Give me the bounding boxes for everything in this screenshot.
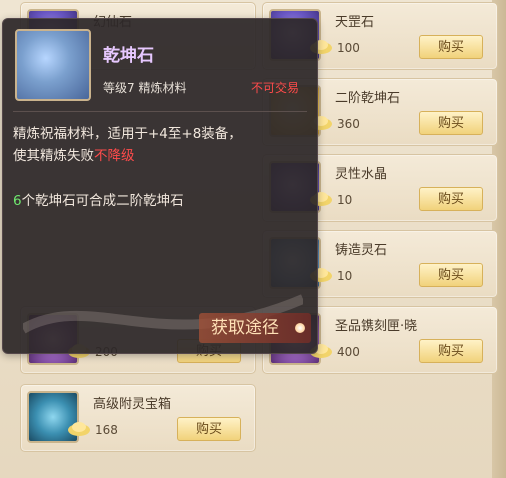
tooltip-level: 等级7 精炼材料 [103,81,187,95]
qiankun-stone-icon [15,29,91,101]
buy-button[interactable]: 购买 [419,187,483,211]
combine-count: 6 [13,193,22,209]
tooltip-title: 乾坤石 [103,46,154,66]
item-price: 168 [95,423,118,437]
buy-button[interactable]: 购买 [177,417,241,441]
dot-icon [295,323,305,333]
item-price: 360 [337,117,360,131]
item-name: 二阶乾坤石 [335,91,401,106]
item-price: 100 [337,41,360,55]
item-name: 天罡石 [335,15,375,30]
item-price: 10 [337,193,353,207]
desc-line: 精炼祝福材料，适用于+4至+8装备， [13,126,242,142]
item-price: 10 [337,269,353,283]
buy-button[interactable]: 购买 [419,111,483,135]
desc-line: 使其精炼失败不降级 [13,145,307,167]
get-source-label: 获取途径 [211,318,279,338]
ingot-icon [68,422,90,436]
divider [13,111,307,112]
buy-button[interactable]: 购买 [419,339,483,363]
item-price: 400 [337,345,360,359]
combine-text: 个乾坤石可合成二阶乾坤石 [21,193,184,209]
get-source-button[interactable]: 获取途径 [199,313,311,343]
tooltip-trade-status: 不可交易 [251,81,300,95]
item-name: 铸造灵石 [335,243,388,258]
tooltip-combine-info: 6个乾坤石可合成二阶乾坤石 [13,189,184,209]
tooltip-description: 精炼祝福材料，适用于+4至+8装备， 使其精炼失败不降级 [13,123,307,167]
desc-highlight: 不降级 [94,148,135,164]
buy-button[interactable]: 购买 [419,263,483,287]
buy-button[interactable]: 购买 [419,35,483,59]
desc-prefix: 使其精炼失败 [13,148,94,164]
item-name: 圣品镌刻匣·晓 [335,319,418,334]
item-name: 灵性水晶 [335,167,388,182]
item-name: 高级附灵宝箱 [93,397,172,412]
item-tooltip: 乾坤石 等级7 精炼材料 不可交易 精炼祝福材料，适用于+4至+8装备， 使其精… [2,18,318,354]
shop-item-card[interactable]: 高级附灵宝箱 168 购买 [20,384,256,452]
